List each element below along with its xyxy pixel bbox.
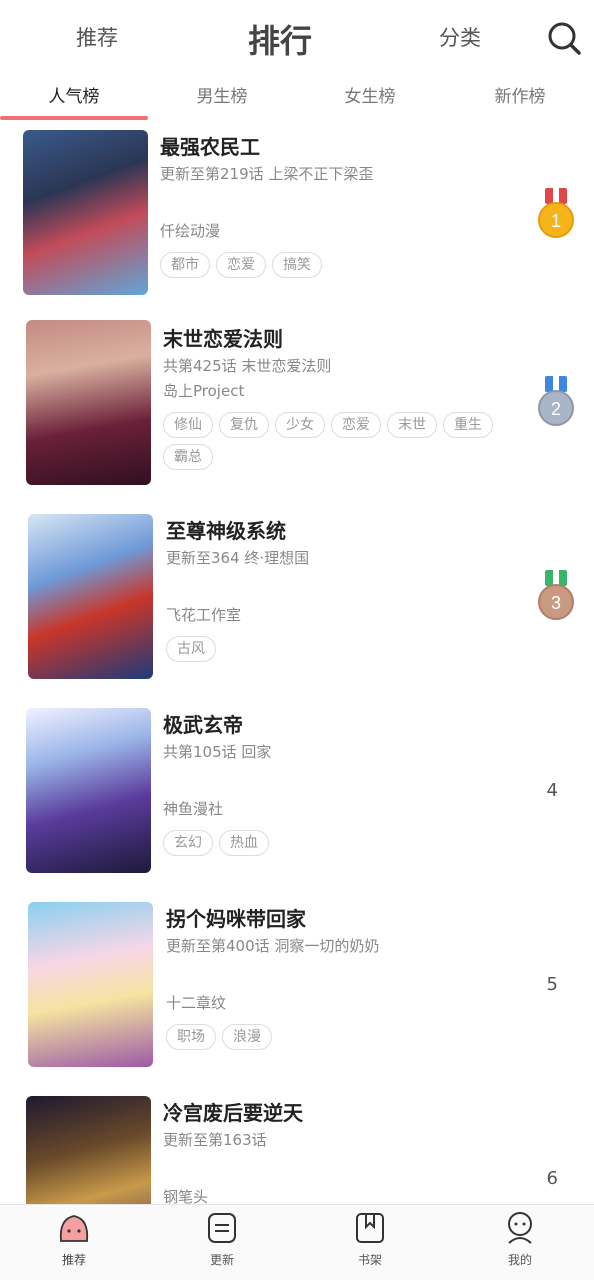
bookshelf-icon [356, 1213, 384, 1243]
tag[interactable]: 恋爱 [216, 252, 266, 278]
comic-title[interactable]: 最强农民工 [160, 132, 520, 162]
subtab-popular[interactable]: 人气榜 [0, 82, 148, 107]
comic-author: 神鱼漫社 [163, 800, 224, 818]
rank-number: 5 [546, 974, 558, 995]
comic-update: 共第425话 末世恋爱法则 [163, 357, 332, 375]
tab-recommend[interactable]: 推荐 [76, 22, 118, 52]
comic-cover[interactable] [26, 320, 151, 485]
comic-cover[interactable] [28, 902, 153, 1067]
rank-number: 4 [546, 780, 558, 801]
tag[interactable]: 浪漫 [222, 1024, 272, 1050]
silver-medal-icon: 2 [538, 376, 574, 426]
tag[interactable]: 古风 [166, 636, 216, 662]
comic-info: 最强农民工 更新至第219话 上梁不正下梁歪 仟绘动漫 都市 恋爱 搞笑 [160, 132, 520, 278]
subtab-female[interactable]: 女生榜 [296, 82, 444, 107]
comic-info: 冷宫废后要逆天 更新至第163话 钢笔头 [163, 1098, 523, 1204]
rank-number: 6 [546, 1168, 558, 1189]
comic-title[interactable]: 至尊神级系统 [166, 516, 526, 546]
comic-author: 岛上Project [163, 382, 245, 400]
tag[interactable]: 少女 [275, 412, 325, 438]
tag[interactable]: 末世 [387, 412, 437, 438]
ranking-subtabs: 人气榜 男生榜 女生榜 新作榜 [0, 74, 594, 124]
comic-info: 至尊神级系统 更新至364 终·理想国 飞花工作室 古风 [166, 516, 526, 662]
ranking-page: 推荐 排行 分类 人气榜 男生榜 女生榜 新作榜 最强农民工 更新至第219话 … [0, 0, 594, 1280]
tag[interactable]: 搞笑 [272, 252, 322, 278]
rank-number: 2 [551, 399, 561, 419]
subtab-male[interactable]: 男生榜 [148, 82, 296, 107]
tab-ranking[interactable]: 排行 [248, 16, 312, 62]
comic-update: 更新至第163话 [163, 1131, 267, 1149]
bronze-medal-icon: 3 [538, 570, 574, 620]
comic-tags: 职场 浪漫 [166, 1024, 526, 1050]
nav-update[interactable]: 更新 [148, 1211, 296, 1268]
comic-author: 十二章纹 [166, 994, 227, 1012]
comic-author: 飞花工作室 [166, 606, 242, 624]
tag[interactable]: 修仙 [163, 412, 213, 438]
comic-tags: 都市 恋爱 搞笑 [160, 252, 520, 278]
comic-author: 仟绘动漫 [160, 222, 221, 240]
list-item[interactable]: 冷宫废后要逆天 更新至第163话 钢笔头 6 [0, 1094, 594, 1204]
subtab-new[interactable]: 新作榜 [446, 82, 594, 107]
nav-label: 更新 [209, 1253, 234, 1267]
bottom-nav: 推荐 更新 书架 我的 [0, 1204, 594, 1280]
comic-title[interactable]: 极武玄帝 [163, 710, 523, 740]
tag[interactable]: 霸总 [163, 444, 213, 470]
comic-tags: 修仙 复仇 少女 恋爱 末世 重生 霸总 [163, 412, 513, 470]
comic-title[interactable]: 冷宫废后要逆天 [163, 1098, 523, 1128]
top-header: 推荐 排行 分类 [0, 0, 594, 74]
list-item[interactable]: 末世恋爱法则 共第425话 末世恋爱法则 岛上Project 修仙 复仇 少女 … [0, 318, 594, 512]
tag[interactable]: 重生 [443, 412, 493, 438]
nav-label: 书架 [357, 1253, 382, 1267]
rank-number: 3 [551, 593, 561, 613]
profile-icon [508, 1212, 532, 1244]
comic-tags: 古风 [166, 636, 526, 662]
nav-label: 推荐 [61, 1253, 86, 1267]
ranking-list[interactable]: 最强农民工 更新至第219话 上梁不正下梁歪 仟绘动漫 都市 恋爱 搞笑 1 末… [0, 124, 594, 1204]
update-icon [208, 1213, 236, 1243]
list-item[interactable]: 最强农民工 更新至第219话 上梁不正下梁歪 仟绘动漫 都市 恋爱 搞笑 1 [0, 124, 594, 318]
tag[interactable]: 热血 [219, 830, 269, 856]
home-face-icon [59, 1215, 89, 1242]
list-item[interactable]: 至尊神级系统 更新至364 终·理想国 飞花工作室 古风 3 [0, 512, 594, 706]
gold-medal-icon: 1 [538, 188, 574, 238]
comic-update: 更新至364 终·理想国 [166, 549, 310, 567]
comic-info: 末世恋爱法则 共第425话 末世恋爱法则 岛上Project 修仙 复仇 少女 … [163, 324, 523, 470]
active-subtab-indicator [0, 116, 148, 120]
comic-cover[interactable] [26, 708, 151, 873]
comic-author: 钢笔头 [163, 1188, 209, 1204]
comic-info: 拐个妈咪带回家 更新至第400话 洞察一切的奶奶 十二章纹 职场 浪漫 [166, 904, 526, 1050]
rank-number: 1 [551, 211, 561, 231]
list-item[interactable]: 极武玄帝 共第105话 回家 神鱼漫社 玄幻 热血 4 [0, 706, 594, 900]
nav-label: 我的 [507, 1253, 532, 1267]
comic-cover[interactable] [26, 1096, 151, 1204]
comic-cover[interactable] [23, 130, 148, 295]
comic-update: 更新至第219话 上梁不正下梁歪 [160, 165, 374, 183]
tag[interactable]: 玄幻 [163, 830, 213, 856]
nav-bookshelf[interactable]: 书架 [296, 1211, 444, 1268]
tag[interactable]: 复仇 [219, 412, 269, 438]
comic-info: 极武玄帝 共第105话 回家 神鱼漫社 玄幻 热血 [163, 710, 523, 856]
comic-update: 更新至第400话 洞察一切的奶奶 [166, 937, 380, 955]
comic-title[interactable]: 拐个妈咪带回家 [166, 904, 526, 934]
comic-update: 共第105话 回家 [163, 743, 272, 761]
nav-recommend[interactable]: 推荐 [0, 1211, 148, 1268]
list-item[interactable]: 拐个妈咪带回家 更新至第400话 洞察一切的奶奶 十二章纹 职场 浪漫 5 [0, 900, 594, 1094]
search-icon[interactable] [546, 20, 582, 56]
tab-category[interactable]: 分类 [439, 22, 481, 52]
comic-tags: 玄幻 热血 [163, 830, 523, 856]
tag[interactable]: 都市 [160, 252, 210, 278]
comic-cover[interactable] [28, 514, 153, 679]
nav-profile[interactable]: 我的 [446, 1211, 594, 1268]
tag[interactable]: 恋爱 [331, 412, 381, 438]
tag[interactable]: 职场 [166, 1024, 216, 1050]
comic-title[interactable]: 末世恋爱法则 [163, 324, 523, 354]
